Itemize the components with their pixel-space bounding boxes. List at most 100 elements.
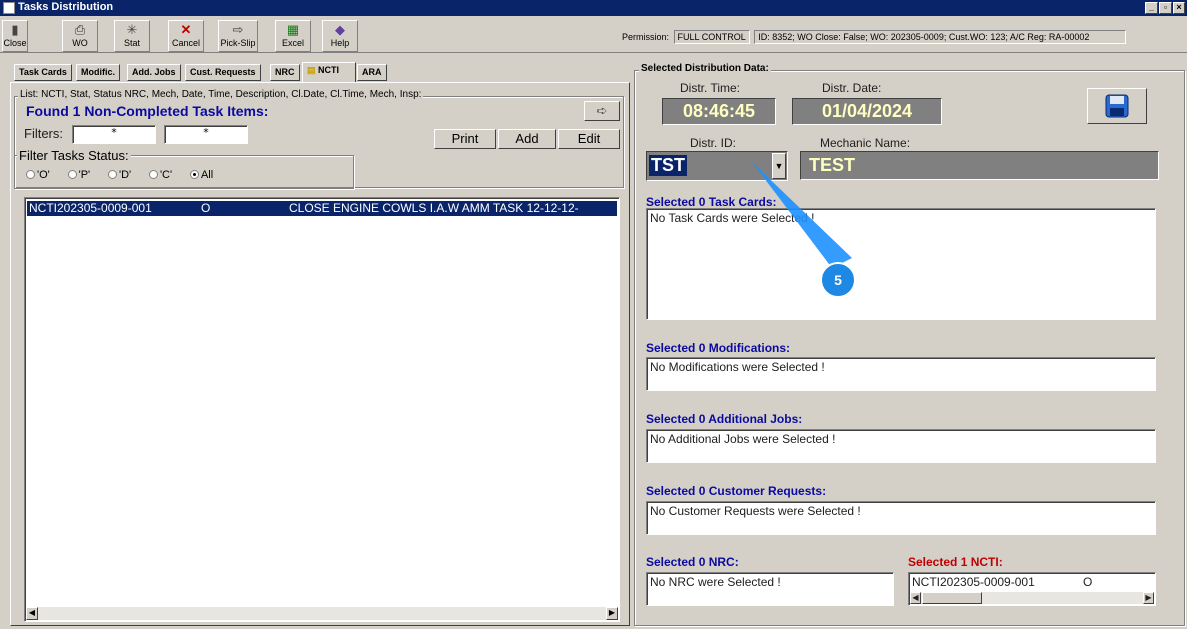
callout-number: 5 bbox=[834, 272, 842, 288]
wo-label: WO bbox=[72, 38, 88, 48]
filter-input-1[interactable]: * bbox=[72, 125, 156, 144]
edit-button[interactable]: Edit bbox=[558, 129, 620, 149]
window-title: Tasks Distribution bbox=[18, 1, 114, 13]
radio-o[interactable]: 'O' bbox=[26, 169, 50, 181]
distr-time-field: 08:46:45 bbox=[662, 98, 776, 125]
distr-date-field: 01/04/2024 bbox=[792, 98, 942, 125]
add-button[interactable]: Add bbox=[498, 129, 556, 149]
additional-jobs-box[interactable]: No Additional Jobs were Selected ! bbox=[646, 429, 1156, 463]
ncti-scroll-left-icon[interactable]: ◀ bbox=[910, 592, 921, 604]
ncti-row-stat: O bbox=[1083, 575, 1093, 589]
pick-slip-icon: ⇨ bbox=[232, 22, 244, 37]
help-label: Help bbox=[330, 38, 350, 48]
radio-p-label: 'P' bbox=[78, 169, 91, 181]
tab-ncti[interactable]: ▤ NCTI bbox=[302, 62, 356, 82]
radio-all-label: All bbox=[200, 169, 214, 181]
status-filter-label: Filter Tasks Status: bbox=[17, 148, 131, 163]
distr-id-value: TST bbox=[649, 155, 687, 176]
close-button[interactable]: ▮ Close bbox=[2, 20, 28, 52]
tab-ncti-label: NCTI bbox=[318, 65, 340, 75]
arrow-right-icon: ➪ bbox=[596, 103, 608, 118]
tab-modific[interactable]: Modific. bbox=[76, 64, 120, 81]
tab-task-cards[interactable]: Task Cards bbox=[14, 64, 72, 81]
cancel-label: Cancel bbox=[171, 38, 200, 48]
tab-ara[interactable]: ARA bbox=[357, 64, 387, 81]
tab-nrc[interactable]: NRC bbox=[270, 64, 300, 81]
tab-add-jobs[interactable]: Add. Jobs bbox=[127, 64, 181, 81]
filter-input-2[interactable]: * bbox=[164, 125, 248, 144]
scroll-left-icon[interactable]: ◀ bbox=[26, 607, 38, 620]
permission-label: Permission: bbox=[622, 32, 670, 42]
radio-p-circle bbox=[67, 170, 77, 179]
radio-d-circle bbox=[107, 170, 117, 179]
wo-button[interactable]: ⎙ WO bbox=[62, 20, 98, 52]
radio-o-label: 'O' bbox=[37, 169, 50, 181]
modifications-box[interactable]: No Modifications were Selected ! bbox=[646, 357, 1156, 391]
status-radios: 'O' 'P' 'D' 'C' All bbox=[26, 167, 227, 181]
help-icon: ◆ bbox=[335, 22, 345, 37]
table-row[interactable]: NCTI202305-0009-001 O CLOSE ENGINE COWLS… bbox=[27, 201, 617, 216]
filters-label: Filters: bbox=[24, 126, 63, 141]
close-label: Close bbox=[3, 38, 27, 48]
stat-label: Stat bbox=[123, 38, 140, 48]
horizontal-scrollbar[interactable]: ◀ ▶ bbox=[26, 607, 618, 620]
close-window-button[interactable]: × bbox=[1173, 2, 1185, 14]
distribution-group-label: Selected Distribution Data: bbox=[639, 63, 771, 74]
radio-d-label: 'D' bbox=[118, 169, 132, 181]
stat-icon: ✳ bbox=[126, 22, 138, 37]
save-icon bbox=[1105, 94, 1129, 118]
permission-bar: Permission: FULL CONTROL ID: 8352; WO Cl… bbox=[622, 30, 1127, 44]
stat-button[interactable]: ✳ Stat bbox=[114, 20, 150, 52]
excel-label: Excel bbox=[281, 38, 304, 48]
ncti-row-id: NCTI202305-0009-001 bbox=[912, 575, 1035, 589]
ncti-scroll-thumb[interactable] bbox=[922, 592, 982, 604]
ncti-scroll-right-icon[interactable]: ▶ bbox=[1143, 592, 1154, 604]
additional-jobs-heading: Selected 0 Additional Jobs: bbox=[646, 412, 803, 426]
scroll-right-icon[interactable]: ▶ bbox=[606, 607, 618, 620]
cancel-x-icon: ✕ bbox=[180, 22, 192, 37]
radio-o-circle bbox=[26, 170, 35, 179]
excel-button[interactable]: ▦ Excel bbox=[275, 20, 311, 52]
save-button[interactable] bbox=[1087, 88, 1147, 124]
radio-c-circle bbox=[148, 170, 158, 179]
tab-cust-requests[interactable]: Cust. Requests bbox=[185, 64, 261, 81]
arrow-right-button[interactable]: ➪ bbox=[584, 101, 620, 121]
app-icon bbox=[3, 2, 15, 14]
task-list[interactable]: NCTI202305-0009-001 O CLOSE ENGINE COWLS… bbox=[24, 197, 620, 622]
callout-pointer: 5 bbox=[752, 162, 856, 298]
ncti-tab-icon: ▤ bbox=[307, 65, 316, 75]
pick-slip-button[interactable]: ⇨ Pick-Slip bbox=[218, 20, 258, 52]
help-button[interactable]: ◆ Help bbox=[322, 20, 358, 52]
radio-d[interactable]: 'D' bbox=[107, 169, 132, 181]
permission-value: FULL CONTROL bbox=[673, 30, 750, 44]
distr-time-label: Distr. Time: bbox=[680, 81, 741, 95]
nrc-box[interactable]: No NRC were Selected ! bbox=[646, 572, 894, 606]
callout-arrow bbox=[752, 162, 852, 268]
radio-c[interactable]: 'C' bbox=[148, 169, 172, 181]
print-button[interactable]: Print bbox=[434, 129, 496, 149]
excel-icon: ▦ bbox=[286, 22, 300, 37]
pick-slip-label: Pick-Slip bbox=[220, 38, 256, 48]
radio-all[interactable]: All bbox=[189, 169, 214, 181]
mechanic-name-label: Mechanic Name: bbox=[820, 136, 911, 150]
cancel-button[interactable]: ✕ Cancel bbox=[168, 20, 204, 52]
ncti-heading: Selected 1 NCTI: bbox=[908, 555, 1003, 569]
close-door-icon: ▮ bbox=[11, 22, 19, 37]
minimize-button[interactable]: _ bbox=[1145, 2, 1158, 14]
ncti-scrollbar[interactable]: ◀ ▶ bbox=[910, 592, 1154, 604]
task-cards-box[interactable]: No Task Cards were Selected ! bbox=[646, 208, 1156, 320]
distr-id-label: Distr. ID: bbox=[690, 136, 737, 150]
ncti-box[interactable]: NCTI202305-0009-001 O ◀ ▶ bbox=[908, 572, 1156, 606]
maximize-button[interactable]: ▫ bbox=[1159, 2, 1172, 14]
nrc-heading: Selected 0 NRC: bbox=[646, 555, 739, 569]
title-bar: Tasks Distribution _ ▫ × bbox=[0, 0, 1187, 16]
radio-all-circle bbox=[189, 170, 199, 179]
permission-info: ID: 8352; WO Close: False; WO: 202305-00… bbox=[754, 30, 1127, 44]
tab-strip: Task Cards Modific. Add. Jobs Cust. Requ… bbox=[14, 62, 394, 82]
customer-requests-box[interactable]: No Customer Requests were Selected ! bbox=[646, 501, 1156, 535]
distr-date-label: Distr. Date: bbox=[822, 81, 882, 95]
row-id: NCTI202305-0009-001 bbox=[29, 201, 152, 215]
modifications-heading: Selected 0 Modifications: bbox=[646, 341, 791, 355]
radio-p[interactable]: 'P' bbox=[67, 169, 91, 181]
list-group-label: List: NCTI, Stat, Status NRC, Mech, Date… bbox=[18, 89, 424, 100]
